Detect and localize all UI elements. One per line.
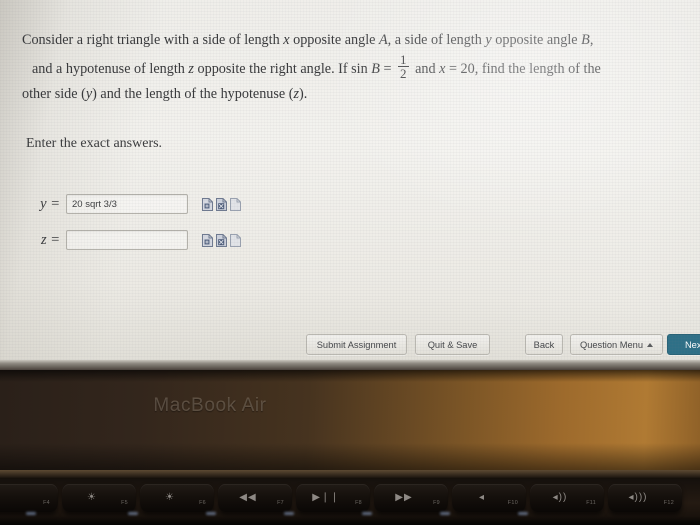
document-blank-icon[interactable] bbox=[230, 197, 241, 211]
problem-text: and a hypotenuse of length bbox=[32, 60, 185, 77]
fkey-number: F12 bbox=[663, 500, 674, 506]
answer-input-y[interactable] bbox=[66, 194, 188, 214]
problem-line-2: and a hypotenuse of length z opposite th… bbox=[22, 53, 682, 82]
fkey-f11-volume-down[interactable]: ◂)) F11 bbox=[530, 484, 604, 512]
equals-sign: = bbox=[383, 60, 392, 77]
question-menu-label: Question Menu bbox=[579, 339, 644, 350]
answer-label-z: z = bbox=[40, 231, 60, 248]
problem-text: , a side of length bbox=[387, 32, 482, 48]
fkey-f5-keyboard-brightness-down[interactable]: ☀ F5 bbox=[62, 484, 136, 512]
fkey-f6-keyboard-brightness-up[interactable]: ☀ F6 bbox=[140, 484, 214, 512]
problem-text: other side ( bbox=[22, 85, 86, 102]
fkey-f12-volume-up[interactable]: ◂))) F12 bbox=[608, 484, 682, 512]
problem-text: opposite the right angle. If sin bbox=[197, 60, 368, 77]
screenshot-root: Consider a right triangle with a side of… bbox=[0, 0, 700, 525]
fkey-glyph: ◂))) bbox=[628, 492, 648, 503]
keyboard-backlight-glow bbox=[362, 512, 372, 515]
math-var-y: y bbox=[485, 32, 492, 48]
problem-text: and bbox=[415, 60, 436, 77]
laptop-screen: Consider a right triangle with a side of… bbox=[0, 0, 700, 366]
problem-text: ). bbox=[299, 85, 308, 102]
submit-assignment-label: Submit Assignment bbox=[316, 339, 397, 350]
fkey-number: F8 bbox=[355, 500, 362, 506]
keyboard-top-rail bbox=[0, 470, 700, 479]
problem-text: , bbox=[589, 32, 594, 48]
problem-text: , find the length of the bbox=[474, 60, 601, 77]
fkey-f4[interactable]: F4 bbox=[0, 484, 58, 512]
fkey-number: F6 bbox=[199, 500, 206, 506]
problem-line-1: Consider a right triangle with a side of… bbox=[22, 28, 682, 53]
fkey-f7-rewind[interactable]: ◀◀ F7 bbox=[218, 484, 292, 512]
back-label: Back bbox=[533, 339, 555, 350]
fraction-denominator: 2 bbox=[398, 66, 409, 82]
fkey-f10-mute[interactable]: ◂ F10 bbox=[452, 484, 526, 512]
bezel-top-shadow bbox=[0, 368, 700, 382]
math-var-B: B bbox=[581, 32, 590, 48]
submit-assignment-button[interactable]: Submit Assignment bbox=[306, 334, 407, 355]
answer-tools-z bbox=[202, 233, 241, 247]
answer-tools-y bbox=[202, 197, 241, 211]
fraction-one-half: 1 2 bbox=[398, 53, 409, 81]
keyboard-bottom-shadow bbox=[0, 516, 700, 525]
keyboard-backlight-glow bbox=[440, 512, 450, 515]
math-var-x: x bbox=[283, 32, 290, 48]
keyboard-backlight-glow bbox=[284, 512, 294, 515]
math-var-x: x bbox=[439, 60, 446, 77]
fkey-glyph: ▶❘❘ bbox=[312, 492, 340, 503]
fraction-numerator: 1 bbox=[400, 52, 407, 67]
next-label: Next bbox=[684, 339, 700, 350]
fkey-glyph: ☀ bbox=[87, 492, 97, 503]
quit-and-save-button[interactable]: Quit & Save bbox=[415, 334, 490, 355]
answer-row-z: z = bbox=[24, 229, 241, 251]
document-math-icon[interactable] bbox=[216, 197, 227, 211]
fkey-number: F9 bbox=[433, 500, 440, 506]
action-button-bar: Submit Assignment Quit & Save Back Quest… bbox=[0, 334, 700, 356]
math-var-B: B bbox=[371, 60, 380, 77]
fkey-glyph: ☀ bbox=[165, 492, 175, 503]
keyboard-backlight-glow bbox=[206, 512, 216, 515]
problem-text: opposite angle bbox=[495, 32, 578, 48]
instruction-text: Enter the exact answers. bbox=[26, 136, 163, 151]
equals-twenty: = 20 bbox=[449, 60, 475, 77]
document-math-icon[interactable] bbox=[216, 233, 227, 247]
fkey-glyph: ◂)) bbox=[552, 492, 568, 503]
document-preview-icon[interactable] bbox=[202, 197, 213, 211]
fkey-f9-fast-forward[interactable]: ▶▶ F9 bbox=[374, 484, 448, 512]
chevron-up-icon bbox=[647, 342, 654, 347]
question-menu-button[interactable]: Question Menu bbox=[570, 334, 663, 355]
problem-line-3: other side (y) and the length of the hyp… bbox=[22, 82, 682, 107]
math-var-z: z bbox=[188, 60, 194, 77]
bezel-bottom-shadow bbox=[0, 443, 700, 473]
document-blank-icon[interactable] bbox=[230, 233, 241, 247]
keyboard-backlight-glow bbox=[518, 512, 528, 515]
problem-text: Consider a right triangle with a side of… bbox=[22, 32, 280, 48]
fkey-number: F4 bbox=[43, 500, 50, 506]
answer-input-z[interactable] bbox=[66, 230, 188, 250]
fkey-glyph: ▶▶ bbox=[395, 492, 413, 503]
answer-label-y: y = bbox=[40, 195, 60, 212]
keyboard-backlight-glow bbox=[26, 512, 36, 515]
math-var-A: A bbox=[379, 32, 388, 48]
laptop-bezel: MacBook Air bbox=[0, 368, 700, 473]
problem-text: opposite angle bbox=[293, 32, 376, 48]
fkey-glyph: ◀◀ bbox=[239, 492, 257, 503]
next-button[interactable]: Next bbox=[667, 334, 700, 355]
answer-row-y: y = bbox=[24, 193, 241, 215]
fkey-number: F10 bbox=[507, 500, 518, 506]
screen-bottom-edge bbox=[0, 360, 700, 370]
back-button[interactable]: Back bbox=[525, 334, 563, 355]
problem-text: ) and the length of the hypotenuse ( bbox=[92, 85, 294, 102]
macbook-air-brand-label: MacBook Air bbox=[153, 395, 267, 416]
fkey-number: F7 bbox=[277, 500, 284, 506]
keyboard-backlight-glow bbox=[128, 512, 138, 515]
quit-and-save-label: Quit & Save bbox=[427, 339, 478, 350]
fkey-number: F11 bbox=[586, 500, 596, 506]
fkey-f8-play-pause[interactable]: ▶❘❘ F8 bbox=[296, 484, 370, 512]
problem-statement: Consider a right triangle with a side of… bbox=[22, 28, 682, 107]
fkey-number: F5 bbox=[121, 500, 128, 506]
document-preview-icon[interactable] bbox=[202, 233, 213, 247]
fkey-glyph: ◂ bbox=[478, 492, 486, 503]
laptop-keyboard: F4 ☀ F5 ☀ F6 ◀◀ F7 ▶❘❘ F8 ▶▶ F9 ◂ F10 ◂)… bbox=[0, 470, 700, 525]
